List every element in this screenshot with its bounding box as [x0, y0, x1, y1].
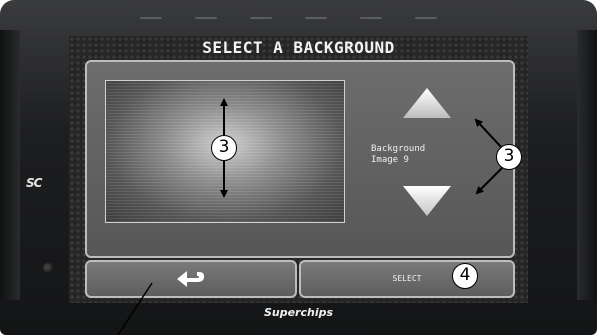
background-label-line2: Image 9: [371, 155, 409, 165]
status-led: [195, 17, 217, 19]
device-side-left: [0, 30, 20, 300]
background-selector-panel: Background Image 9: [85, 60, 515, 258]
previous-background-button[interactable]: [397, 84, 457, 124]
status-led: [415, 17, 437, 19]
callout-3-preview: 3: [211, 135, 237, 161]
status-led: [360, 17, 382, 19]
callout-4-select: 4: [452, 263, 478, 289]
background-label-line1: Background: [371, 144, 426, 154]
triangle-up-icon: [403, 88, 451, 118]
touch-screen: SELECT A BACKGROUND Background Image 9 S…: [69, 36, 528, 303]
light-sensor: [43, 263, 53, 273]
sc-logo: SC: [26, 176, 42, 190]
device-side-right: [577, 30, 597, 300]
select-button-label: SELECT: [392, 274, 422, 283]
status-led: [140, 17, 162, 19]
back-arrow-icon: [177, 271, 204, 287]
status-led: [250, 17, 272, 19]
select-button[interactable]: SELECT: [299, 260, 515, 298]
back-button[interactable]: [85, 260, 297, 298]
background-name-label: Background Image 9: [371, 144, 481, 166]
next-background-button[interactable]: [397, 180, 457, 220]
triangle-down-icon: [403, 186, 451, 216]
callout-3-arrows: 3: [496, 144, 522, 170]
brand-logo: Superchips: [263, 306, 334, 319]
status-led: [305, 17, 327, 19]
screen-title: SELECT A BACKGROUND: [202, 38, 395, 57]
